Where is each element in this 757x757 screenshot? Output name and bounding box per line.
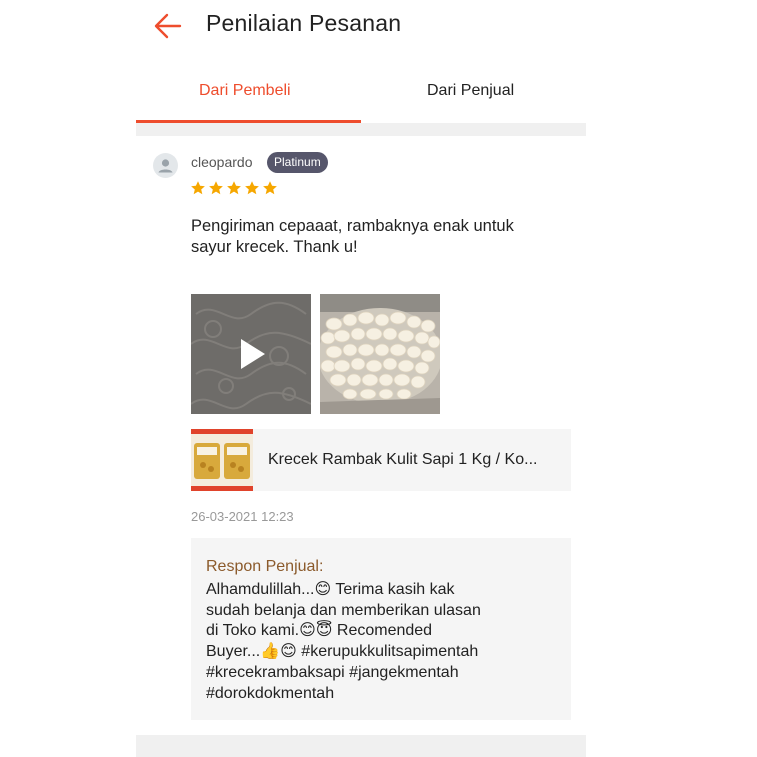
- seller-response-text: Alhamdulillah...😊 Terima kasih kak sudah…: [206, 581, 481, 702]
- tab-bar: Dari Pembeli Dari Penjual: [136, 70, 586, 124]
- seller-response: Respon Penjual: Alhamdulillah...😊 Terima…: [191, 538, 571, 720]
- star-icon: [227, 181, 241, 195]
- tab-dari-penjual[interactable]: Dari Penjual: [427, 82, 514, 100]
- section-divider: [136, 735, 586, 757]
- star-icon: [191, 181, 205, 195]
- star-icon: [245, 181, 259, 195]
- product-name: Krecek Rambak Kulit Sapi 1 Kg / Ko...: [268, 451, 538, 468]
- review-timestamp: 26-03-2021 12:23: [191, 509, 294, 524]
- review-video-thumbnail[interactable]: [191, 294, 311, 414]
- reviewer-name[interactable]: cleopardo: [191, 154, 253, 170]
- avatar[interactable]: [153, 153, 178, 178]
- app-header: Penilaian Pesanan: [136, 0, 586, 60]
- membership-badge: Platinum: [267, 152, 328, 173]
- arrow-left-icon[interactable]: [150, 8, 186, 44]
- rating-stars: [190, 180, 278, 200]
- seller-response-title: Respon Penjual:: [206, 558, 324, 575]
- review-photo-thumbnail[interactable]: [320, 294, 440, 414]
- video-frame: [191, 294, 311, 414]
- star-icon: [263, 181, 277, 195]
- product-card[interactable]: Krecek Rambak Kulit Sapi 1 Kg / Ko...: [191, 429, 571, 491]
- page-title: Penilaian Pesanan: [206, 10, 402, 36]
- review-text: Pengiriman cepaaat, rambaknya enak untuk…: [191, 217, 514, 256]
- user-icon: [158, 159, 173, 173]
- product-thumbnail: [191, 429, 253, 491]
- tab-dari-pembeli[interactable]: Dari Pembeli: [199, 82, 291, 100]
- product-image: [191, 429, 253, 491]
- star-icon: [209, 181, 223, 195]
- section-divider: [136, 123, 586, 136]
- photo-image: [320, 294, 440, 414]
